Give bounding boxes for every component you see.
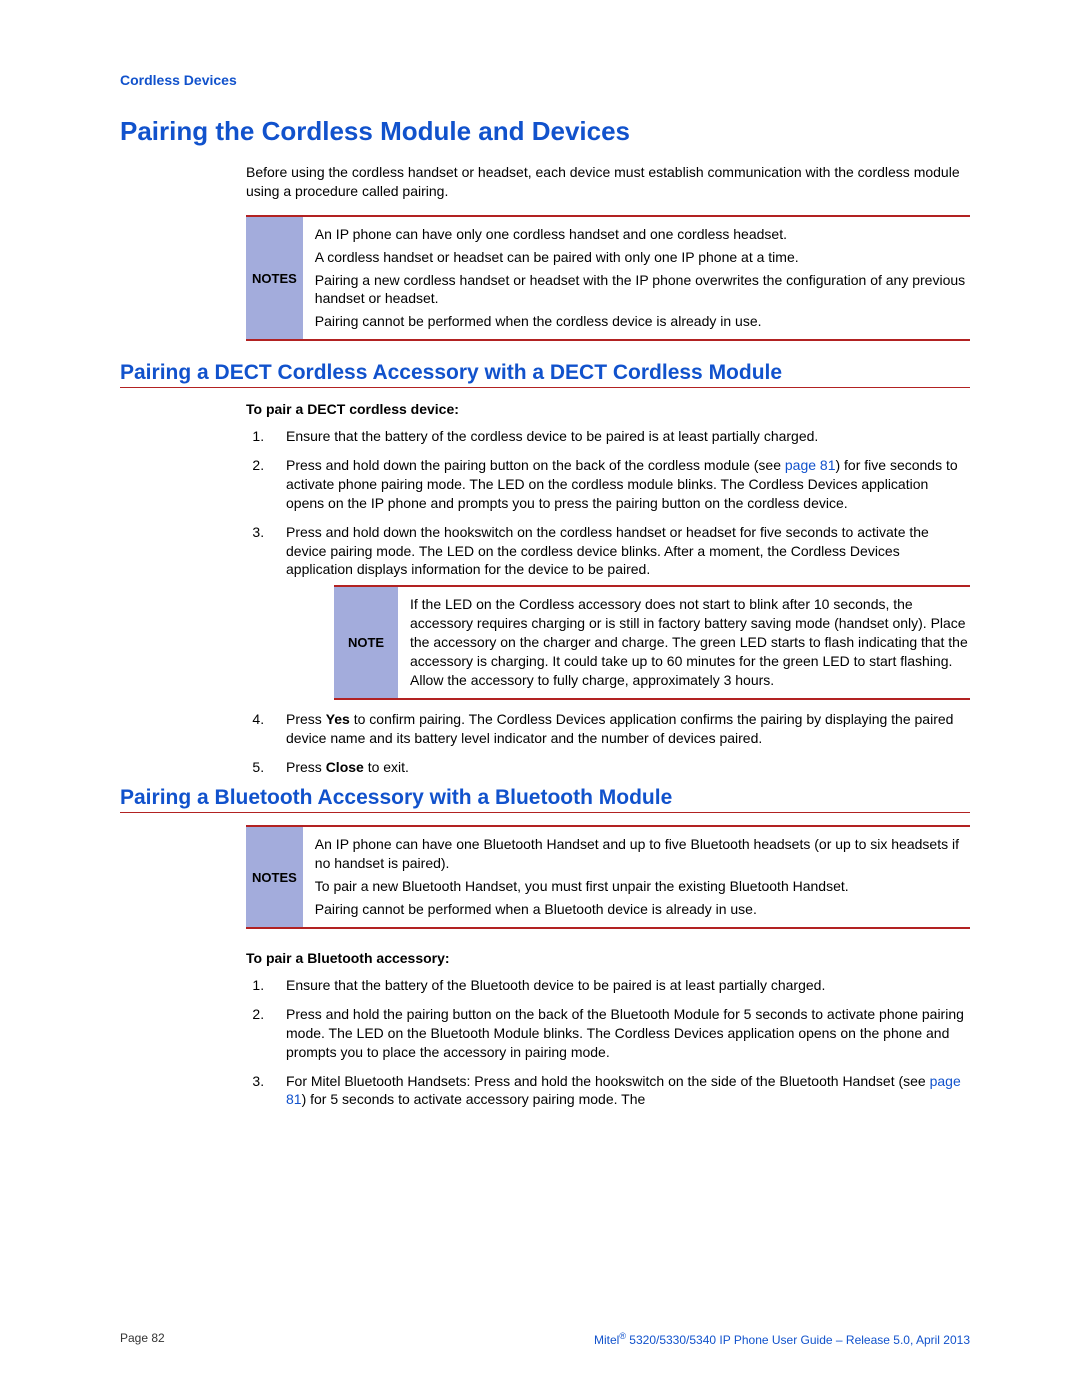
notes-box-bt: NOTES An IP phone can have one Bluetooth… [246, 825, 970, 929]
step-text: ) for 5 seconds to activate accessory pa… [302, 1091, 646, 1107]
bold-close: Close [326, 759, 364, 775]
step-text: Press [286, 759, 326, 775]
note-item: A cordless handset or headset can be pai… [315, 248, 968, 267]
step-text: Press and hold down the hookswitch on th… [286, 524, 929, 578]
footer-doc-title: Mitel® 5320/5330/5340 IP Phone User Guid… [594, 1331, 970, 1347]
step-item: Ensure that the battery of the Bluetooth… [268, 976, 970, 995]
note-item: An IP phone can have only one cordless h… [315, 225, 968, 244]
step-item: For Mitel Bluetooth Handsets: Press and … [268, 1072, 970, 1110]
step-item: Press Yes to confirm pairing. The Cordle… [268, 710, 970, 748]
step-item: Press and hold down the hookswitch on th… [268, 523, 970, 700]
intro-paragraph: Before using the cordless handset or hea… [246, 163, 970, 201]
note-text: If the LED on the Cordless accessory doe… [410, 595, 968, 689]
notes-label: NOTES [246, 217, 303, 339]
note-item: Pairing a new cordless handset or headse… [315, 271, 968, 309]
section-header: Cordless Devices [120, 72, 970, 88]
note-item: Pairing cannot be performed when a Bluet… [315, 900, 968, 919]
step-text: For Mitel Bluetooth Handsets: Press and … [286, 1073, 930, 1089]
note-box-nested: NOTE If the LED on the Cordless accessor… [334, 585, 970, 699]
step-item: Ensure that the battery of the cordless … [268, 427, 970, 446]
note-item: Pairing cannot be performed when the cor… [315, 312, 968, 331]
page-link[interactable]: page 81 [785, 457, 836, 473]
step-item: Press Close to exit. [268, 758, 970, 777]
notes-content: An IP phone can have one Bluetooth Hands… [303, 827, 970, 927]
step-text: to confirm pairing. The Cordless Devices… [286, 711, 953, 746]
step-text: Press and hold down the pairing button o… [286, 457, 785, 473]
note-content: If the LED on the Cordless accessory doe… [398, 587, 970, 697]
subheading-bt: To pair a Bluetooth accessory: [246, 949, 970, 968]
note-item: An IP phone can have one Bluetooth Hands… [315, 835, 968, 873]
bold-yes: Yes [326, 711, 350, 727]
section-heading-bt: Pairing a Bluetooth Accessory with a Blu… [120, 786, 970, 813]
notes-label: NOTES [246, 827, 303, 927]
subheading-dect: To pair a DECT cordless device: [246, 400, 970, 419]
page-title: Pairing the Cordless Module and Devices [120, 116, 970, 147]
section-heading-dect: Pairing a DECT Cordless Accessory with a… [120, 361, 970, 388]
footer-page-number: Page 82 [120, 1331, 165, 1347]
step-item: Press and hold down the pairing button o… [268, 456, 970, 513]
notes-content: An IP phone can have only one cordless h… [303, 217, 970, 339]
note-label: NOTE [334, 587, 398, 697]
step-text: Press [286, 711, 326, 727]
step-text: to exit. [364, 759, 409, 775]
note-item: To pair a new Bluetooth Handset, you mus… [315, 877, 968, 896]
step-item: Press and hold the pairing button on the… [268, 1005, 970, 1062]
notes-box-pairing: NOTES An IP phone can have only one cord… [246, 215, 970, 341]
